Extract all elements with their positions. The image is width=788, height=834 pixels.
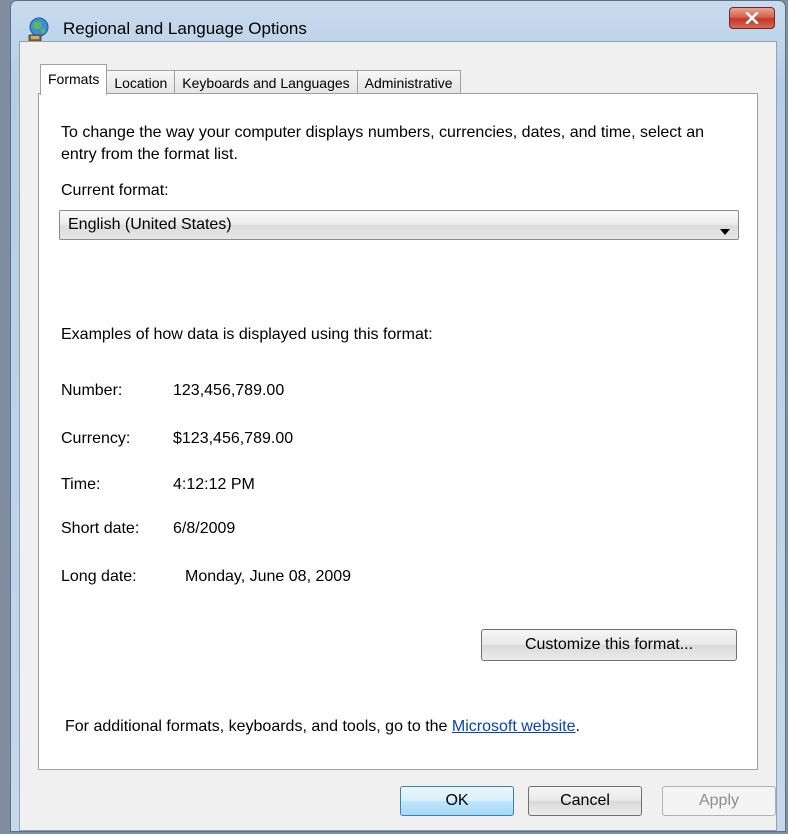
examples-label: Examples of how data is displayed using … [61,326,433,343]
tab-location[interactable]: Location [106,70,176,94]
close-button[interactable] [729,7,775,29]
apply-button[interactable]: Apply [662,786,776,816]
example-value: 123,456,789.00 [173,382,285,399]
tab-strip: Formats Location Keyboards and Languages… [40,64,461,95]
dialog-window: Regional and Language Options Formats Lo… [10,0,786,832]
example-value: 6/8/2009 [173,520,236,537]
current-format-value: English (United States) [68,216,232,233]
example-key: Short date: [61,520,140,537]
example-key: Long date: [61,568,137,585]
ok-button[interactable]: OK [400,786,514,816]
dialog-client-area: Formats Location Keyboards and Languages… [19,41,777,831]
chevron-down-icon [720,222,730,240]
tab-formats[interactable]: Formats [40,64,108,95]
current-format-label: Current format: [61,182,169,199]
close-icon [745,12,759,24]
intro-text: To change the way your computer displays… [61,124,704,163]
example-value: Monday, June 08, 2009 [185,568,352,585]
example-key: Number: [61,382,123,399]
footer-suffix: . [575,718,580,735]
microsoft-website-link[interactable]: Microsoft website [452,718,576,735]
example-value: 4:12:12 PM [173,476,255,493]
additional-formats-text: For additional formats, keyboards, and t… [65,718,580,736]
cancel-button[interactable]: Cancel [528,786,642,816]
example-value: $123,456,789.00 [173,430,294,447]
example-key: Currency: [61,430,131,447]
current-format-select[interactable]: English (United States) [59,210,739,240]
example-key: Time: [61,476,101,493]
globe-icon [25,17,51,43]
formats-panel: To change the way your computer displays… [38,93,758,770]
tab-keyboards-and-languages[interactable]: Keyboards and Languages [174,70,358,94]
footer-prefix: For additional formats, keyboards, and t… [65,718,452,735]
tab-administrative[interactable]: Administrative [356,70,461,94]
window-title: Regional and Language Options [63,19,307,38]
customize-format-button[interactable]: Customize this format... [481,629,737,661]
